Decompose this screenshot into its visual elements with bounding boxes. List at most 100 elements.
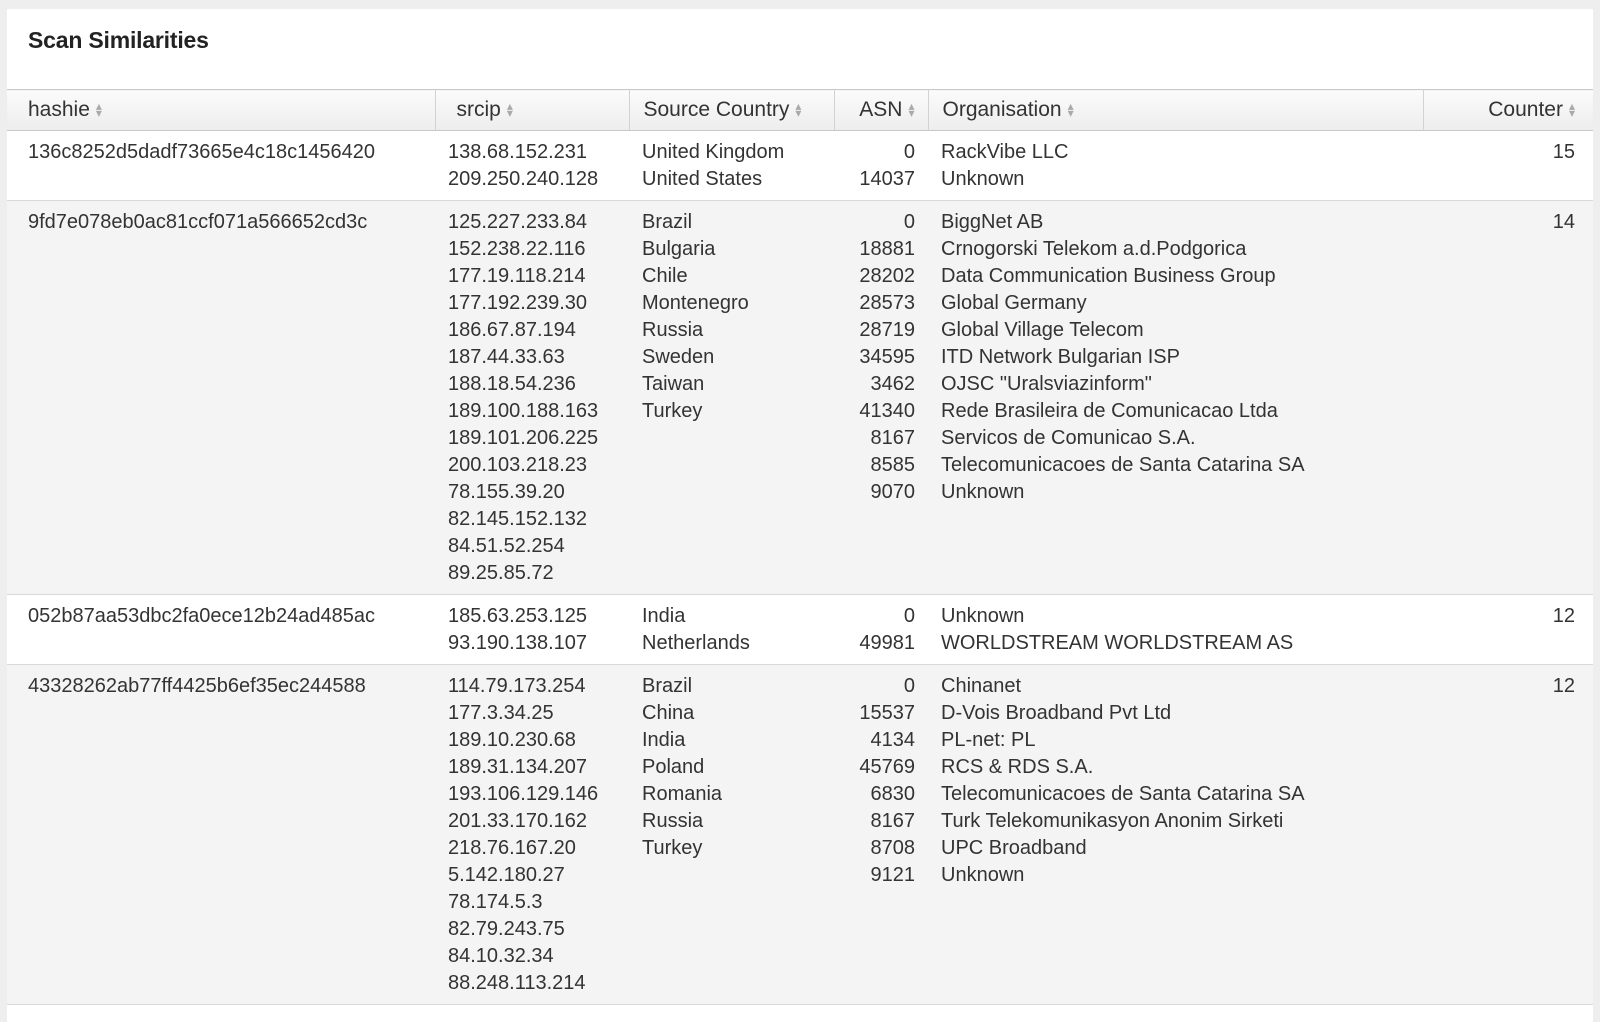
srcip-value: 193.106.129.146 (448, 783, 599, 805)
asn-value: 14037 (859, 168, 915, 190)
srcip-value: 138.68.152.231 (448, 141, 588, 163)
srcip-value: 5.142.180.27 (448, 864, 565, 886)
column-header-source-country[interactable]: Source Country ▴ ▾ (629, 89, 835, 131)
srcip-cell[interactable]: 138.68.152.231 209.250.240.128 (435, 130, 629, 201)
organisation-cell[interactable]: BiggNet AB Crnogorski Telekom a.d.Podgori… (928, 200, 1423, 595)
table-body: 136c8252d5dadf73665e4c18c1456420 138.68.1… (7, 130, 1593, 1005)
source-country-value: United States (642, 168, 763, 190)
source-country-value: Russia (642, 810, 704, 832)
source-country-value: India (642, 605, 686, 627)
srcip-value: 89.25.85.72 (448, 562, 554, 584)
sort-icon: ▴ ▾ (908, 99, 915, 121)
table-row[interactable]: 052b87aa53dbc2fa0ece12b24ad485ac 185.63.2… (7, 594, 1593, 665)
scan-similarities-panel: Scan Similarities hashie ▴ ▾ srcip ▴ ▾ Sourc… (7, 9, 1593, 1022)
srcip-cell[interactable]: 185.63.253.125 93.190.138.107 (435, 594, 629, 665)
table-row[interactable]: 136c8252d5dadf73665e4c18c1456420 138.68.1… (7, 130, 1593, 201)
organisation-value: Telecomunicacoes de Santa Catarina SA (941, 454, 1305, 476)
asn-value: 45769 (859, 756, 915, 778)
source-country-value: Taiwan (642, 373, 705, 395)
asn-cell[interactable]: 0 18881 28202 28573 28719 34595 3462 41340 8167 8… (834, 200, 928, 595)
source-country-value: Montenegro (642, 292, 749, 314)
organisation-value: Rede Brasileira de Comunicacao Ltda (941, 400, 1278, 422)
organisation-value: OJSC "Uralsviazinform" (941, 373, 1152, 395)
counter-cell[interactable]: 12 (1423, 594, 1593, 665)
asn-value: 0 (903, 141, 915, 163)
hashie-value: 136c8252d5dadf73665e4c18c1456420 (28, 141, 376, 163)
asn-value: 9070 (870, 481, 916, 503)
source-country-value: China (642, 702, 695, 724)
source-country-value: Chile (642, 265, 688, 287)
source-country-cell[interactable]: India Netherlands (629, 594, 834, 665)
srcip-value: 177.3.34.25 (448, 702, 554, 724)
asn-cell[interactable]: 0 14037 (834, 130, 928, 201)
table-header-row: hashie ▴ ▾ srcip ▴ ▾ Source Country ▴ ▾ ASN ▴ ▾ … (7, 89, 1593, 131)
organisation-cell[interactable]: Unknown WORLDSTREAM WORLDSTREAM AS (928, 594, 1423, 665)
column-header-counter[interactable]: Counter ▴ ▾ (1423, 89, 1593, 131)
hashie-value: 052b87aa53dbc2fa0ece12b24ad485ac (28, 605, 376, 627)
source-country-value: Bulgaria (642, 238, 716, 260)
organisation-value: ITD Network Bulgarian ISP (941, 346, 1180, 368)
results-table: hashie ▴ ▾ srcip ▴ ▾ Source Country ▴ ▾ ASN ▴ ▾ … (7, 89, 1593, 1005)
organisation-value: PL-net: PL (941, 729, 1036, 751)
organisation-value: Crnogorski Telekom a.d.Podgorica (941, 238, 1247, 260)
counter-value: 15 (1552, 141, 1575, 163)
sort-icon: ▴ ▾ (95, 99, 102, 121)
organisation-value: BiggNet AB (941, 211, 1044, 233)
organisation-value: WORLDSTREAM WORLDSTREAM AS (941, 632, 1294, 654)
asn-value: 6830 (870, 783, 916, 805)
organisation-cell[interactable]: RackVibe LLC Unknown (928, 130, 1423, 201)
srcip-value: 200.103.218.23 (448, 454, 588, 476)
asn-cell[interactable]: 0 15537 4134 45769 6830 8167 8708 9121 (834, 664, 928, 1005)
organisation-value: Unknown (941, 481, 1025, 503)
column-header-label: hashie (28, 98, 90, 121)
counter-cell[interactable]: 15 (1423, 130, 1593, 201)
organisation-value: Telecomunicacoes de Santa Catarina SA (941, 783, 1305, 805)
asn-value: 28719 (859, 319, 915, 341)
column-header-label: srcip (456, 98, 501, 121)
asn-value: 41340 (859, 400, 915, 422)
column-header-organisation[interactable]: Organisation ▴ ▾ (928, 89, 1424, 131)
column-header-label: ASN (859, 98, 903, 121)
asn-value: 15537 (859, 702, 915, 724)
hashie-cell[interactable]: 43328262ab77ff4425b6ef35ec244588 (7, 664, 435, 1005)
sort-icon: ▴ ▾ (1568, 99, 1575, 121)
table-row[interactable]: 43328262ab77ff4425b6ef35ec244588 114.79.1… (7, 664, 1593, 1005)
asn-value: 8167 (870, 810, 916, 832)
organisation-value: Global Germany (941, 292, 1087, 314)
srcip-value: 93.190.138.107 (448, 632, 588, 654)
srcip-value: 82.79.243.75 (448, 918, 565, 940)
srcip-cell[interactable]: 125.227.233.84 152.238.22.116 177.19.118.2… (435, 200, 629, 595)
hashie-value: 43328262ab77ff4425b6ef35ec244588 (28, 675, 366, 697)
hashie-cell[interactable]: 9fd7e078eb0ac81ccf071a566652cd3c (7, 200, 435, 595)
organisation-value: Unknown (941, 605, 1025, 627)
asn-value: 8167 (870, 427, 916, 449)
column-header-hashie[interactable]: hashie ▴ ▾ (7, 89, 436, 131)
asn-value: 8585 (870, 454, 916, 476)
srcip-value: 189.101.206.225 (448, 427, 599, 449)
source-country-value: Brazil (642, 675, 693, 697)
counter-cell[interactable]: 14 (1423, 200, 1593, 595)
asn-cell[interactable]: 0 49981 (834, 594, 928, 665)
column-header-label: Organisation (942, 98, 1062, 121)
asn-value: 3462 (870, 373, 916, 395)
srcip-value: 189.31.134.207 (448, 756, 588, 778)
hashie-cell[interactable]: 052b87aa53dbc2fa0ece12b24ad485ac (7, 594, 435, 665)
counter-value: 14 (1552, 211, 1575, 233)
sort-icon: ▴ ▾ (506, 99, 513, 121)
counter-value: 12 (1552, 675, 1575, 697)
asn-value: 0 (903, 605, 915, 627)
column-header-srcip[interactable]: srcip ▴ ▾ (435, 89, 630, 131)
table-row[interactable]: 9fd7e078eb0ac81ccf071a566652cd3c 125.227.… (7, 200, 1593, 595)
srcip-cell[interactable]: 114.79.173.254 177.3.34.25 189.10.230.68 18… (435, 664, 629, 1005)
source-country-cell[interactable]: United Kingdom United States (629, 130, 834, 201)
counter-cell[interactable]: 12 (1423, 664, 1593, 1005)
column-header-asn[interactable]: ASN ▴ ▾ (834, 89, 929, 131)
source-country-cell[interactable]: Brazil China India Poland Romania Russia Turke… (629, 664, 834, 1005)
source-country-value: India (642, 729, 686, 751)
srcip-value: 78.174.5.3 (448, 891, 543, 913)
organisation-cell[interactable]: Chinanet D-Vois Broadband Pvt Ltd PL-net: … (928, 664, 1423, 1005)
hashie-cell[interactable]: 136c8252d5dadf73665e4c18c1456420 (7, 130, 435, 201)
source-country-cell[interactable]: Brazil Bulgaria Chile Montenegro Russia Swede… (629, 200, 834, 595)
source-country-value: Turkey (642, 400, 703, 422)
source-country-value: Turkey (642, 837, 703, 859)
